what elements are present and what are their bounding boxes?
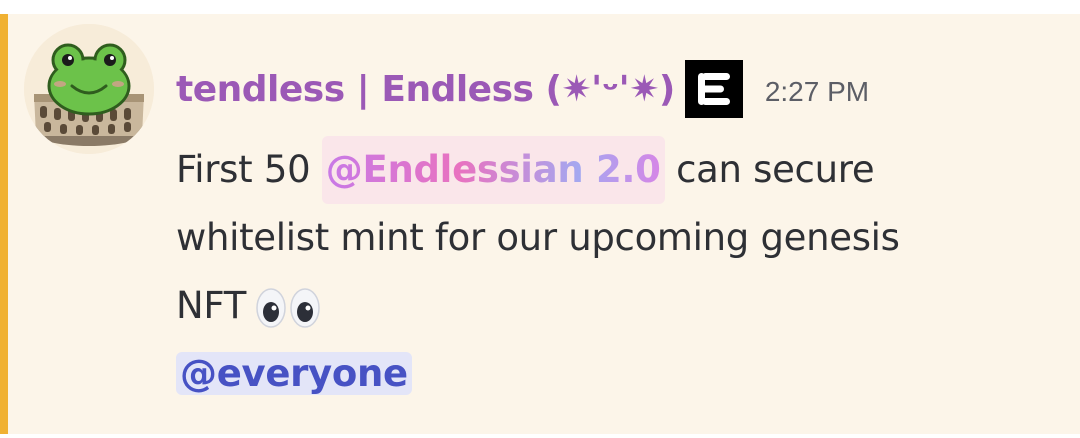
message-content: First 50 @Endlessian 2.0 can secure whit… [176, 136, 1056, 408]
content-line-2: whitelist mint for our upcoming genesis [176, 216, 900, 259]
eye-right-icon [290, 287, 320, 328]
avatar[interactable] [24, 24, 154, 154]
content-text: First 50 [176, 148, 322, 191]
eyes-emoji[interactable] [256, 287, 320, 328]
endless-logo-icon[interactable] [684, 60, 743, 118]
content-line-1: First 50 @Endlessian 2.0 can secure [176, 136, 1056, 204]
message-header: tendless | Endless (✷'ᵕ'✷) 2:27 PM [176, 60, 869, 118]
everyone-mention[interactable]: @everyone [176, 352, 412, 395]
role-mention-container[interactable]: @Endlessian 2.0 [321, 136, 665, 204]
author-name[interactable]: tendless | Endless (✷'ᵕ'✷) [176, 69, 675, 110]
role-mention[interactable]: @Endlessian 2.0 [322, 148, 665, 191]
mention-highlight-bar [0, 14, 8, 434]
eye-left-icon [256, 287, 286, 328]
chat-message: tendless | Endless (✷'ᵕ'✷) 2:27 PM First… [0, 14, 1080, 434]
message-timestamp[interactable]: 2:27 PM [765, 70, 869, 108]
content-text: NFT [176, 284, 247, 327]
content-text: can secure [664, 148, 875, 191]
content-line-3: NFT [176, 272, 1056, 340]
frog-avatar-icon [24, 24, 154, 154]
content-line-4: @everyone [176, 340, 1056, 408]
